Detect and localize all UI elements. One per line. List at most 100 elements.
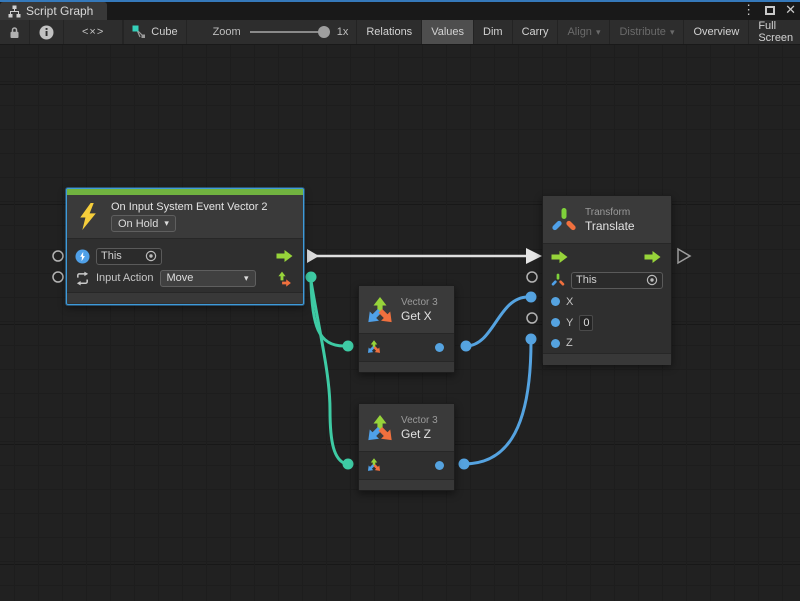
event-action-row: Input Action Move ▾ bbox=[67, 267, 303, 289]
getz-port-row bbox=[359, 452, 454, 478]
input-action-value: Move bbox=[167, 272, 194, 284]
object-picker-icon[interactable] bbox=[646, 274, 658, 286]
edit-source-button[interactable]: <×> bbox=[64, 20, 123, 44]
translate-category: Transform bbox=[585, 206, 635, 219]
wire-vector2-to-getz[interactable] bbox=[311, 281, 346, 464]
button-label: Dim bbox=[483, 26, 503, 38]
input-system-icon bbox=[75, 249, 90, 264]
graph-asset-button[interactable]: Cube bbox=[124, 20, 186, 44]
carry-button[interactable]: Carry bbox=[512, 20, 558, 44]
panel-menu-icon[interactable]: ⋮ bbox=[742, 1, 755, 19]
getx-port-row bbox=[359, 334, 454, 360]
zoom-value: 1x bbox=[337, 26, 349, 38]
control-output-port-icon[interactable] bbox=[276, 250, 293, 262]
object-picker-icon[interactable] bbox=[145, 250, 157, 262]
dim-button[interactable]: Dim bbox=[473, 20, 512, 44]
getx-input-port[interactable] bbox=[343, 341, 354, 352]
translate-this-unconnected-port[interactable] bbox=[527, 272, 537, 282]
translate-control-row bbox=[543, 244, 671, 269]
input-action-dropdown[interactable]: Move ▾ bbox=[160, 270, 256, 287]
getz-input-port[interactable] bbox=[343, 459, 354, 470]
zoom-control: Zoom 1x bbox=[187, 20, 357, 44]
maximize-icon[interactable] bbox=[765, 6, 775, 15]
node-on-input-system-event[interactable]: On Input System Event Vector 2 On Hold ▾… bbox=[66, 188, 304, 305]
getz-category: Vector 3 bbox=[401, 414, 438, 427]
transform-input-port-icon[interactable] bbox=[551, 273, 565, 287]
z-port-icon[interactable] bbox=[551, 339, 560, 348]
event-mode-value: On Hold bbox=[118, 218, 158, 230]
translate-z-row: Z bbox=[543, 333, 671, 353]
graph-canvas[interactable]: On Input System Event Vector 2 On Hold ▾… bbox=[0, 45, 800, 601]
close-icon[interactable]: ✕ bbox=[785, 1, 796, 19]
full-screen-button[interactable]: Full Screen bbox=[748, 20, 800, 44]
translate-y-unconnected-port[interactable] bbox=[527, 313, 537, 323]
getz-header[interactable]: Vector 3 Get Z bbox=[359, 404, 454, 452]
translate-this-field[interactable]: This bbox=[571, 272, 663, 289]
vector3-input-port-icon[interactable] bbox=[367, 458, 381, 472]
button-label: Full Screen bbox=[758, 20, 793, 44]
translate-header[interactable]: Transform Translate bbox=[543, 196, 671, 244]
code-brackets-icon: <×> bbox=[82, 26, 104, 38]
this-value: This bbox=[576, 274, 597, 286]
zoom-slider[interactable] bbox=[250, 31, 328, 33]
button-label: Align bbox=[567, 26, 591, 38]
graph-toolbar: <×> Cube Zoom 1x Relations Values Dim Ca… bbox=[0, 20, 800, 45]
button-label: Values bbox=[431, 26, 464, 38]
event-this-field[interactable]: This bbox=[96, 248, 162, 265]
y-port-label: Y bbox=[566, 317, 573, 329]
getx-output-port[interactable] bbox=[461, 341, 472, 352]
getx-header[interactable]: Vector 3 Get X bbox=[359, 286, 454, 334]
event-this-unconnected-port[interactable] bbox=[53, 251, 63, 261]
button-label: Distribute bbox=[619, 26, 665, 38]
values-button[interactable]: Values bbox=[421, 20, 473, 44]
getx-output-port-icon[interactable] bbox=[435, 343, 444, 352]
vector2-output-port[interactable] bbox=[306, 272, 317, 283]
translate-exit-unconnected-port[interactable] bbox=[678, 249, 690, 263]
translate-z-port-connection[interactable] bbox=[526, 334, 537, 345]
view-buttons-group: Relations Values Dim Carry Align ▾ Distr… bbox=[356, 20, 800, 44]
button-label: Carry bbox=[522, 26, 549, 38]
relations-button[interactable]: Relations bbox=[356, 20, 421, 44]
chevron-down-icon: ▾ bbox=[244, 273, 249, 284]
window-controls: ⋮ ✕ bbox=[742, 1, 796, 19]
y-value-field[interactable]: 0 bbox=[579, 315, 593, 331]
tab-script-graph[interactable]: Script Graph bbox=[0, 2, 107, 20]
lightning-bolt-icon bbox=[77, 203, 97, 230]
x-port-icon[interactable] bbox=[551, 297, 560, 306]
control-input-port-icon[interactable] bbox=[551, 251, 568, 263]
getz-footer bbox=[359, 479, 454, 490]
button-label: Overview bbox=[693, 26, 739, 38]
info-icon bbox=[39, 25, 54, 40]
event-mode-dropdown[interactable]: On Hold ▾ bbox=[111, 215, 176, 232]
transform-icon bbox=[551, 207, 577, 233]
distribute-button[interactable]: Distribute ▾ bbox=[609, 20, 683, 44]
vector2-output-port-icon[interactable] bbox=[277, 270, 292, 287]
graph-asset-icon bbox=[132, 25, 146, 39]
input-action-icon bbox=[75, 271, 90, 286]
info-button[interactable] bbox=[30, 20, 64, 44]
tab-bar: Script Graph ⋮ ✕ bbox=[0, 0, 800, 20]
input-action-label: Input Action bbox=[96, 272, 154, 284]
overview-button[interactable]: Overview bbox=[683, 20, 748, 44]
translate-x-port-connection[interactable] bbox=[526, 292, 537, 303]
node-vector3-get-z[interactable]: Vector 3 Get Z bbox=[358, 403, 455, 491]
wire-getz-to-translate-z[interactable] bbox=[464, 341, 531, 464]
node-vector3-get-x[interactable]: Vector 3 Get X bbox=[358, 285, 455, 373]
control-output-port-icon[interactable] bbox=[644, 251, 661, 263]
x-port-label: X bbox=[566, 296, 573, 308]
translate-title: Translate bbox=[585, 219, 635, 234]
zoom-slider-handle[interactable] bbox=[318, 26, 330, 38]
node-transform-translate[interactable]: Transform Translate This bbox=[542, 195, 672, 364]
event-action-unconnected-port[interactable] bbox=[53, 272, 63, 282]
getz-output-port[interactable] bbox=[459, 459, 470, 470]
lock-button[interactable] bbox=[0, 20, 30, 44]
z-port-label: Z bbox=[566, 337, 573, 349]
event-node-header[interactable]: On Input System Event Vector 2 On Hold ▾ bbox=[67, 195, 303, 239]
getz-output-port-icon[interactable] bbox=[435, 461, 444, 470]
y-port-icon[interactable] bbox=[551, 318, 560, 327]
tab-label: Script Graph bbox=[26, 4, 93, 18]
vector3-input-port-icon[interactable] bbox=[367, 340, 381, 354]
align-button[interactable]: Align ▾ bbox=[557, 20, 609, 44]
getx-category: Vector 3 bbox=[401, 296, 438, 309]
wire-getx-to-translate-x[interactable] bbox=[466, 297, 528, 346]
